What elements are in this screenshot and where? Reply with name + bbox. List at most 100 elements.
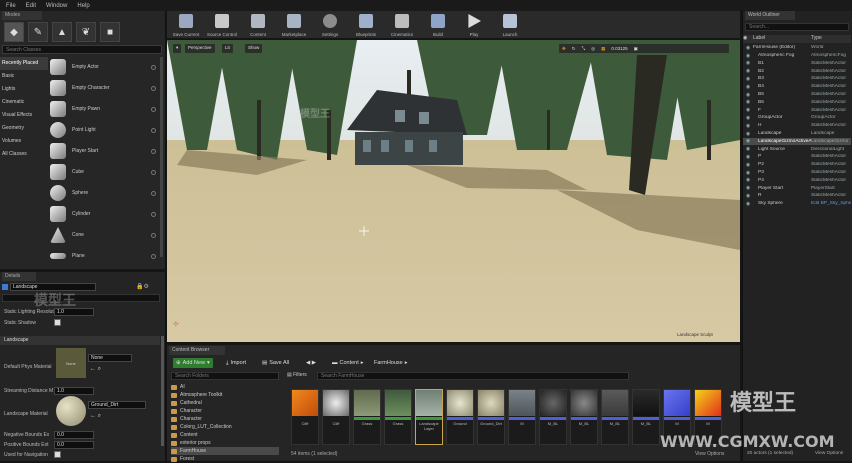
- asset-tile[interactable]: M_BL: [632, 389, 660, 445]
- visibility-eye-icon[interactable]: ◉: [743, 92, 753, 98]
- content-view-options-button[interactable]: View Options: [695, 451, 724, 457]
- folder-item[interactable]: Colorg_LUT_Collection: [171, 423, 279, 431]
- paint-mode-icon[interactable]: ✎: [28, 22, 48, 42]
- category-all-classes[interactable]: All Classes: [0, 148, 48, 161]
- details-search-input[interactable]: [2, 294, 160, 302]
- asset-tile[interactable]: M_BL: [601, 389, 629, 445]
- visibility-eye-icon[interactable]: ◉: [743, 76, 753, 82]
- visibility-eye-icon[interactable]: ◉: [743, 123, 753, 129]
- play-button[interactable]: Play: [457, 13, 491, 37]
- scale-icon[interactable]: ⤡: [582, 46, 586, 51]
- visibility-eye-icon[interactable]: ◉: [743, 60, 753, 66]
- asset-tile[interactable]: Grass: [384, 389, 412, 445]
- details-tab[interactable]: Details: [2, 272, 36, 281]
- streaming-distance-field[interactable]: 1.0: [54, 387, 94, 395]
- visibility-eye-icon[interactable]: ◉: [743, 68, 753, 74]
- search-classes-input[interactable]: Search Classes: [2, 45, 162, 54]
- category-recently-placed[interactable]: Recently Placed: [0, 57, 48, 70]
- outliner-row[interactable]: ◉ H StaticMeshActor: [743, 122, 851, 130]
- outliner-row[interactable]: ◉ P2 StaticMeshActor: [743, 161, 851, 169]
- build-button[interactable]: Build: [421, 13, 455, 37]
- outliner-row[interactable]: ◉ LandscapeGizmoActiveActorLandscapeGizmo: [743, 137, 851, 146]
- folder-item[interactable]: Character: [171, 407, 279, 415]
- visibility-eye-icon[interactable]: ◉: [743, 99, 753, 105]
- place-mode-icon[interactable]: ◆: [4, 22, 24, 42]
- level-viewport[interactable]: ▾ Perspective Lit Show ✥ ↻ ⤡ ◎ ▦ 0.03125…: [167, 40, 740, 342]
- visibility-eye-icon[interactable]: ◉: [743, 170, 753, 176]
- outliner-row[interactable]: ◉ Sky Sphere Edit BP_Sky_Sphere: [743, 200, 851, 208]
- landscape-material-thumb[interactable]: [56, 396, 86, 426]
- category-geometry[interactable]: Geometry: [0, 122, 48, 135]
- asset-tile[interactable]: Ground_Dirt: [477, 389, 505, 445]
- content-button[interactable]: Content: [241, 13, 275, 37]
- outliner-row[interactable]: ◉ P4 StaticMeshActor: [743, 177, 851, 185]
- folder-item[interactable]: Forest: [171, 455, 279, 463]
- category-lights[interactable]: Lights: [0, 83, 48, 96]
- outliner-row[interactable]: ◉ B1 StaticMeshActor: [743, 60, 851, 68]
- rotate-icon[interactable]: ↻: [572, 46, 576, 52]
- place-item-sphere[interactable]: Sphere: [50, 183, 158, 203]
- asset-tile-selected[interactable]: Landscape Layer: [415, 389, 443, 445]
- outliner-row[interactable]: ◉ FarmHouse (Editor) World: [743, 44, 851, 52]
- landscape-section-header[interactable]: Landscape: [0, 336, 160, 345]
- snap-value[interactable]: 0.03125: [611, 46, 627, 51]
- visibility-eye-icon[interactable]: ◉: [743, 146, 753, 152]
- category-visual-effects[interactable]: Visual Effects: [0, 109, 48, 122]
- landscape-mode-icon[interactable]: ▲: [52, 22, 72, 42]
- cinematics-button[interactable]: Cinematics: [385, 13, 419, 37]
- outliner-row[interactable]: ◉ P3 StaticMeshActor: [743, 169, 851, 177]
- menu-window[interactable]: Window: [46, 3, 67, 9]
- save-current-button[interactable]: Save Current: [169, 13, 203, 37]
- outliner-row[interactable]: ◉ B4 StaticMeshActor: [743, 83, 851, 91]
- show-button[interactable]: Show: [245, 44, 263, 53]
- menu-file[interactable]: File: [6, 3, 16, 9]
- perspective-button[interactable]: Perspective: [185, 44, 215, 53]
- lock-icon[interactable]: 🔒⚙: [136, 283, 160, 291]
- reset-arrow-icon[interactable]: ← ⌕: [90, 366, 110, 373]
- outliner-row[interactable]: ◉ F StaticMeshActor: [743, 106, 851, 114]
- asset-tile[interactable]: Ground: [446, 389, 474, 445]
- category-volumes[interactable]: Volumes: [0, 135, 48, 148]
- outliner-row[interactable]: ◉ R StaticMeshActor: [743, 192, 851, 200]
- category-basic[interactable]: Basic: [0, 70, 48, 83]
- outliner-row[interactable]: ◉ GroupActor GroupActor: [743, 114, 851, 122]
- snap-icon[interactable]: ▦: [601, 46, 605, 52]
- asset-tile[interactable]: Grass: [353, 389, 381, 445]
- asset-tile[interactable]: M_BL: [570, 389, 598, 445]
- place-item-cone[interactable]: Cone: [50, 225, 158, 245]
- source-control-button[interactable]: Source Control: [205, 13, 239, 37]
- translate-icon[interactable]: ✥: [562, 46, 566, 52]
- label-column-header[interactable]: Label: [753, 35, 811, 43]
- details-scrollbar[interactable]: [161, 336, 164, 446]
- outliner-search-input[interactable]: Search...: [745, 23, 849, 31]
- place-item-player-start[interactable]: Player Start: [50, 141, 158, 161]
- folder-item[interactable]: exterior props: [171, 439, 279, 447]
- add-new-button[interactable]: ⊕ Add New ▾: [173, 358, 213, 368]
- phys-material-thumb[interactable]: None: [56, 348, 86, 378]
- outliner-view-options-button[interactable]: View Options: [815, 451, 843, 456]
- outliner-row[interactable]: ◉ B3 StaticMeshActor: [743, 75, 851, 83]
- visibility-eye-icon[interactable]: ◉: [743, 131, 753, 137]
- static-shadow-checkbox[interactable]: [54, 319, 61, 326]
- asset-tile[interactable]: Cliff: [291, 389, 319, 445]
- positive-bounds-field[interactable]: 0.0: [54, 441, 94, 449]
- visibility-eye-icon[interactable]: ◉: [743, 53, 753, 59]
- outliner-row[interactable]: ◉ Atmospheric Fog AtmosphericFog: [743, 52, 851, 60]
- asset-tile[interactable]: Cliff: [322, 389, 350, 445]
- visibility-eye-icon[interactable]: ◉: [743, 45, 753, 51]
- outliner-row[interactable]: ◉ B5 StaticMeshActor: [743, 91, 851, 99]
- visibility-eye-icon[interactable]: ◉: [743, 138, 753, 144]
- visibility-eye-icon[interactable]: ◉: [743, 201, 753, 207]
- visibility-eye-icon[interactable]: ◉: [743, 154, 753, 160]
- folder-item[interactable]: AI: [171, 383, 279, 391]
- folder-item[interactable]: Character: [171, 415, 279, 423]
- visibility-eye-icon[interactable]: ◉: [743, 177, 753, 183]
- outliner-row[interactable]: ◉ Landscape Landscape: [743, 130, 851, 138]
- foliage-mode-icon[interactable]: ❦: [76, 22, 96, 42]
- asset-tile[interactable]: M: [508, 389, 536, 445]
- outliner-row[interactable]: ◉ P StaticMeshActor: [743, 153, 851, 161]
- place-item-plane[interactable]: Plane: [50, 246, 158, 266]
- launch-button[interactable]: Launch: [493, 13, 527, 37]
- marketplace-button[interactable]: Marketplace: [277, 13, 311, 37]
- outliner-row[interactable]: ◉ Light Source DirectionalLight: [743, 145, 851, 153]
